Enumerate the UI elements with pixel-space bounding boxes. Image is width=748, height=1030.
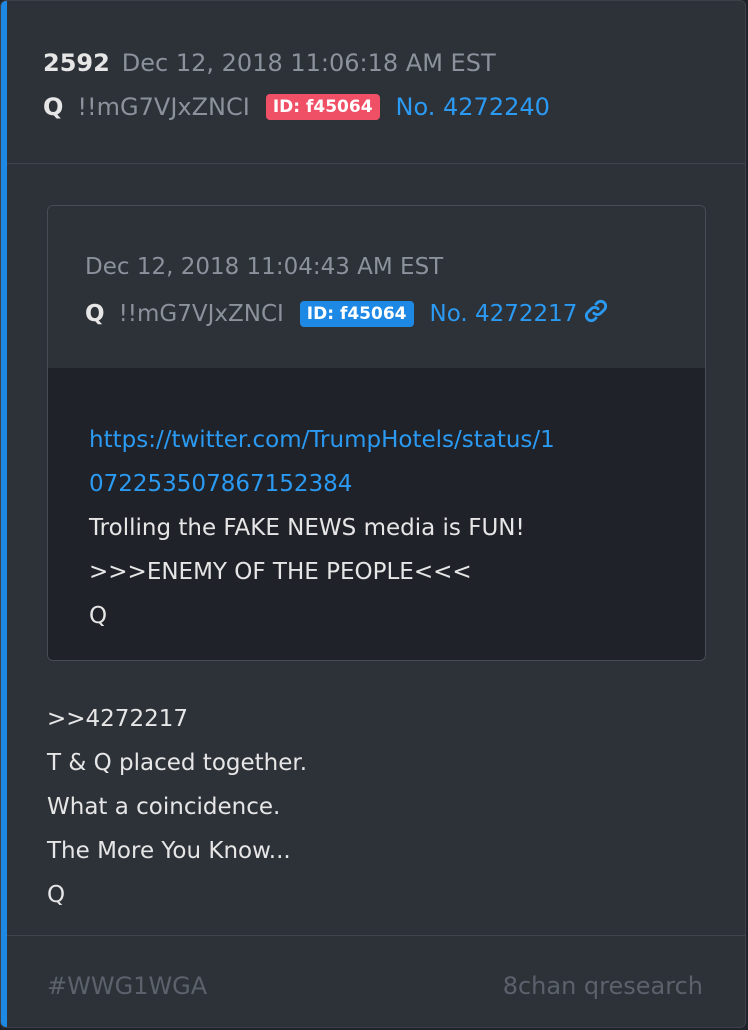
quoted-line: Q bbox=[89, 603, 108, 629]
body-line: T & Q placed together. bbox=[47, 750, 308, 776]
post-meta-row: 2592 Dec 12, 2018 11:06:18 AM EST bbox=[43, 49, 496, 77]
quoted-post: Dec 12, 2018 11:04:43 AM EST Q !!mG7VJxZ… bbox=[47, 205, 706, 661]
post-number-link[interactable]: No. 4272240 bbox=[396, 93, 550, 121]
body-line: Q bbox=[47, 882, 66, 908]
link-icon[interactable] bbox=[583, 298, 609, 330]
quoted-date: Dec 12, 2018 11:04:43 AM EST bbox=[85, 254, 444, 280]
author-name: Q bbox=[43, 93, 64, 121]
post-body: >>4272217 T & Q placed together. What a … bbox=[47, 697, 307, 917]
quoted-tripcode: !!mG7VJxZNCI bbox=[118, 301, 284, 327]
hashtag: #WWG1WGA bbox=[47, 972, 208, 1000]
quoted-post-body: https://twitter.com/TrumpHotels/status/1… bbox=[48, 368, 705, 660]
quoted-author-row: Q !!mG7VJxZNCI ID: f45064 No. 4272217 bbox=[85, 298, 609, 330]
source-label: 8chan qresearch bbox=[502, 972, 703, 1000]
quoted-id-badge[interactable]: ID: f45064 bbox=[299, 301, 414, 327]
post-date: Dec 12, 2018 11:06:18 AM EST bbox=[121, 49, 496, 77]
quoted-post-header: Dec 12, 2018 11:04:43 AM EST Q !!mG7VJxZ… bbox=[48, 206, 705, 369]
quoted-text: https://twitter.com/TrumpHotels/status/1… bbox=[89, 418, 569, 638]
body-line: What a coincidence. bbox=[47, 794, 281, 820]
reply-reference[interactable]: >>4272217 bbox=[47, 697, 307, 741]
id-badge[interactable]: ID: f45064 bbox=[265, 94, 380, 120]
quoted-line: Trolling the FAKE NEWS media is FUN! bbox=[89, 515, 525, 541]
tweet-link[interactable]: https://twitter.com/TrumpHotels/status/1… bbox=[89, 418, 569, 506]
quoted-post-number-link[interactable]: No. 4272217 bbox=[430, 301, 578, 327]
post-number: 2592 bbox=[43, 49, 110, 77]
post-author-row: Q !!mG7VJxZNCI ID: f45064 No. 4272240 bbox=[43, 93, 550, 121]
quoted-author-name: Q bbox=[85, 301, 105, 327]
post-card: 2592 Dec 12, 2018 11:06:18 AM EST Q !!mG7… bbox=[0, 0, 746, 1028]
body-line: The More You Know... bbox=[47, 838, 291, 864]
quoted-line: >>>ENEMY OF THE PEOPLE<<< bbox=[89, 559, 472, 585]
post-footer: #WWG1WGA 8chan qresearch bbox=[7, 935, 745, 1027]
post-header: 2592 Dec 12, 2018 11:06:18 AM EST Q !!mG7… bbox=[7, 1, 745, 164]
tripcode: !!mG7VJxZNCI bbox=[77, 93, 250, 121]
